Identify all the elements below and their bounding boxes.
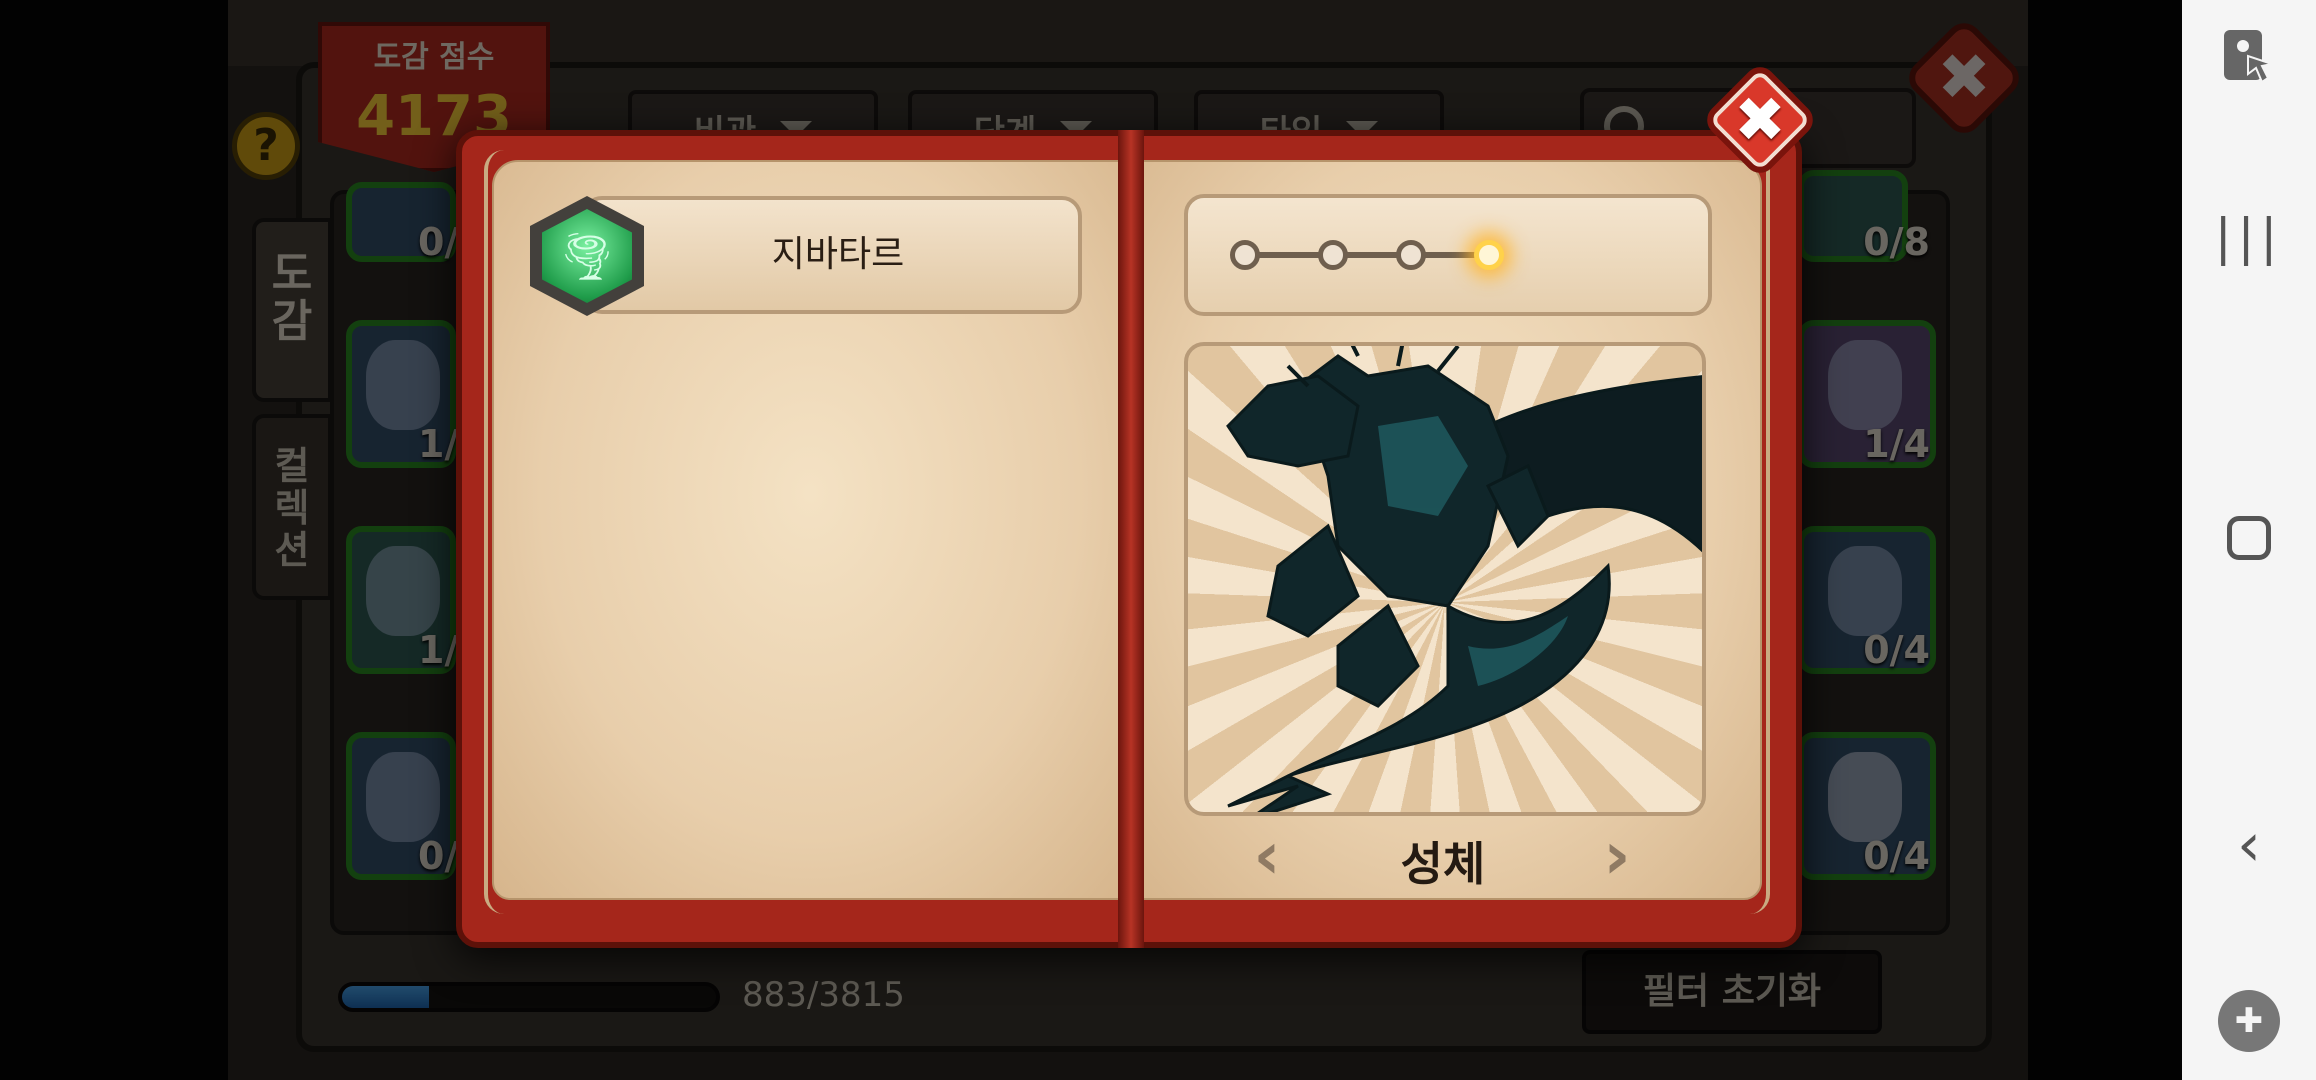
tab-collection-book[interactable]: 도 감	[252, 218, 332, 402]
close-icon: ✖	[1937, 41, 1991, 115]
home-button[interactable]	[2182, 516, 2316, 560]
card-count: 0/4	[1863, 834, 1930, 878]
card-count: 0/4	[1863, 628, 1930, 672]
stage-dot-3[interactable]	[1396, 240, 1426, 270]
progress-fill	[342, 986, 429, 1008]
stage-track	[1244, 252, 1490, 258]
card-count: 0/8	[1863, 220, 1930, 264]
tab-collection-set[interactable]: 컬 렉 션	[252, 414, 332, 600]
back-button[interactable]: ‹	[2182, 810, 2316, 880]
wind-tornado-icon: 🌪	[557, 229, 617, 283]
screen-touch-lock-icon[interactable]	[2218, 28, 2276, 86]
android-navigation-bar: ||| ‹ ✚	[2182, 0, 2316, 1080]
recent-apps-button[interactable]: |||	[2182, 208, 2316, 266]
prev-stage-arrow[interactable]: ‹	[1242, 823, 1292, 889]
close-icon: ✖	[1734, 83, 1786, 156]
help-button[interactable]: ?	[232, 112, 300, 180]
filter-reset-button[interactable]: 필터 초기화	[1582, 950, 1882, 1034]
game-tools-icon[interactable]: ✚	[2218, 990, 2280, 1052]
monster-name: 지바타르	[771, 234, 905, 275]
card-count: 1/	[418, 628, 459, 672]
book-spine	[1118, 130, 1144, 948]
stage-dot-1[interactable]	[1230, 240, 1260, 270]
game-screen: 비관 단계 타입 도감 점수 4173 ? 도 감 컬 렉 션 0/ 1/ 1/…	[0, 0, 2182, 1080]
collection-progress-text: 883/3815	[742, 975, 905, 1015]
card-count: 0/	[418, 220, 459, 264]
stage-name: 성체	[1400, 837, 1486, 891]
card-count: 1/	[418, 422, 459, 466]
stage-dot-2[interactable]	[1318, 240, 1348, 270]
stage-dot-4-active[interactable]	[1474, 240, 1504, 270]
score-label: 도감 점수	[373, 40, 495, 75]
collection-progress-bar	[338, 982, 720, 1012]
dragon-illustration	[1226, 346, 1702, 812]
home-icon	[2227, 516, 2271, 560]
monster-portrait	[1184, 342, 1706, 816]
card-count: 0/	[418, 834, 459, 878]
card-count: 1/4	[1863, 422, 1930, 466]
next-stage-arrow[interactable]: ›	[1592, 823, 1642, 889]
